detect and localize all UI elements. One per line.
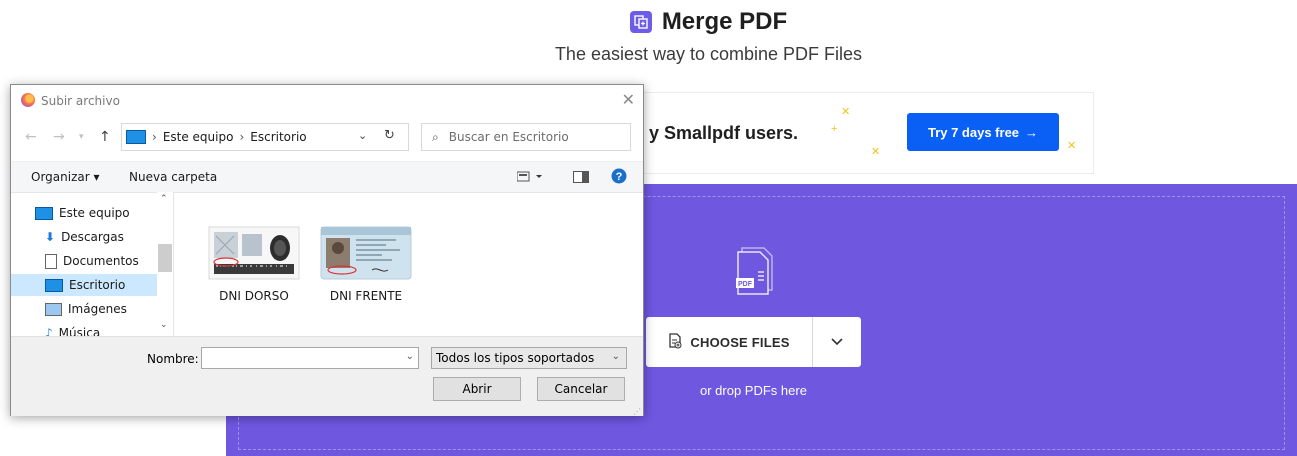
- search-icon: ⌕: [432, 129, 439, 144]
- nav-item-this-pc[interactable]: Este equipo: [35, 202, 157, 224]
- view-options-icon[interactable]: [516, 171, 545, 186]
- desktop-icon: [45, 278, 63, 292]
- address-bar[interactable]: › Este equipo › Escritorio ⌄ ↻: [121, 123, 409, 151]
- file-add-icon: [668, 332, 682, 352]
- forward-icon[interactable]: →: [53, 129, 65, 145]
- back-icon[interactable]: ←: [25, 129, 37, 145]
- chevron-down-icon: [831, 338, 843, 346]
- refresh-icon[interactable]: ↻: [384, 128, 395, 143]
- arrow-right-icon: →: [1025, 124, 1039, 140]
- chevron-down-icon[interactable]: ⌄: [406, 351, 414, 362]
- command-bar: Organizar ▾ Nueva carpeta ?: [11, 161, 643, 193]
- dialog-title: Subir archivo: [41, 94, 120, 108]
- drop-hint: or drop PDFs here: [700, 383, 807, 398]
- file-type-value: Todos los tipos soportados: [436, 351, 595, 365]
- merge-pdf-icon: [629, 11, 652, 33]
- choose-files-group: CHOOSE FILES: [646, 317, 861, 367]
- nav-item-music[interactable]: ♪ Música: [45, 322, 167, 336]
- download-icon: ⬇: [45, 230, 56, 244]
- file-name-input[interactable]: ⌄: [201, 347, 419, 369]
- promo-banner: y Smallpdf users. ✕ + ✕ ✕ Try 7 days fre…: [640, 92, 1094, 174]
- try-free-button[interactable]: Try 7 days free →: [907, 113, 1059, 151]
- try-free-label: Try 7 days free: [927, 124, 1020, 140]
- file-type-select[interactable]: Todos los tipos soportados ⌄: [431, 347, 627, 369]
- open-button[interactable]: Abrir: [433, 377, 521, 401]
- page-title: Merge PDF: [661, 8, 788, 35]
- choose-files-label: CHOOSE FILES: [690, 334, 790, 350]
- dialog-footer: Nombre: ⌄ Todos los tipos soportados ⌄ A…: [11, 336, 643, 416]
- help-icon[interactable]: ?: [611, 168, 627, 187]
- sparkle-icon: +: [831, 123, 838, 135]
- nav-item-pictures[interactable]: Imágenes: [45, 298, 167, 320]
- file-item[interactable]: DNI DORSO: [204, 226, 304, 303]
- nav-item-desktop[interactable]: Escritorio: [11, 274, 157, 296]
- nav-item-label: Escritorio: [69, 278, 126, 292]
- scrollbar-thumb[interactable]: [158, 244, 172, 272]
- chevron-down-icon[interactable]: ⌄: [358, 129, 367, 142]
- search-placeholder: Buscar en Escritorio: [448, 130, 569, 144]
- chevron-down-icon: ▾: [93, 170, 100, 184]
- close-icon[interactable]: ✕: [622, 90, 635, 109]
- file-name: DNI DORSO: [219, 289, 289, 303]
- choose-files-dropdown[interactable]: [812, 317, 861, 367]
- nav-item-label: Descargas: [61, 230, 124, 244]
- dialog-titlebar[interactable]: Subir archivo ✕: [11, 85, 643, 115]
- pdf-badge: PDF: [738, 281, 753, 288]
- file-list: DNI DORSO DNI FRENTE: [174, 192, 643, 336]
- page-subtitle: The easiest way to combine PDF Files: [554, 44, 863, 64]
- address-row: ← → ▾ ↑ › Este equipo › Escritorio ⌄ ↻ ⌕…: [11, 121, 643, 153]
- computer-icon: [126, 130, 146, 144]
- recent-chevron-icon[interactable]: ▾: [79, 132, 84, 142]
- choose-files-button[interactable]: CHOOSE FILES: [646, 317, 812, 367]
- file-name-label: Nombre:: [147, 352, 199, 366]
- scroll-down-icon[interactable]: ⌄: [160, 320, 168, 330]
- up-arrow-icon[interactable]: ↑: [99, 129, 111, 145]
- promo-text: y Smallpdf users.: [649, 123, 799, 143]
- file-upload-dialog: Subir archivo ✕ ← → ▾ ↑ › Este equipo › …: [10, 84, 644, 416]
- nav-item-label: Imágenes: [68, 302, 127, 316]
- pictures-icon: [45, 302, 62, 316]
- scroll-up-icon[interactable]: ⌃: [160, 194, 168, 204]
- document-icon: [45, 253, 57, 269]
- sparkle-icon: ✕: [871, 146, 881, 158]
- chevron-down-icon: ⌄: [611, 351, 620, 362]
- cancel-button[interactable]: Cancelar: [537, 377, 625, 401]
- organize-button[interactable]: Organizar ▾: [31, 170, 100, 184]
- navigation-pane: Este equipo ⬇ Descargas Documentos Escri…: [11, 192, 174, 336]
- organize-label: Organizar: [31, 170, 90, 184]
- sparkle-icon: ✕: [1067, 140, 1077, 152]
- sparkle-icon: ✕: [841, 106, 851, 118]
- resize-grip-icon[interactable]: ⋰: [633, 407, 641, 416]
- search-input[interactable]: ⌕ Buscar en Escritorio: [421, 123, 631, 151]
- svg-text:?: ?: [616, 171, 623, 183]
- breadcrumb-separator: ›: [239, 130, 245, 144]
- file-item[interactable]: DNI FRENTE: [316, 226, 416, 303]
- nav-item-label: Documentos: [63, 254, 139, 268]
- title-row: Merge PDF: [0, 8, 1297, 36]
- new-folder-button[interactable]: Nueva carpeta: [129, 170, 217, 184]
- pdf-files-icon: PDF: [728, 242, 786, 305]
- computer-icon: [35, 206, 53, 220]
- firefox-icon: [21, 93, 35, 107]
- id-card-front-thumbnail: [320, 226, 412, 280]
- nav-item-label: Música: [58, 326, 101, 336]
- breadcrumb-item[interactable]: Escritorio: [250, 130, 306, 144]
- nav-item-documents[interactable]: Documentos: [45, 250, 167, 272]
- breadcrumb-separator: ›: [152, 130, 157, 144]
- nav-item-label: Este equipo: [59, 206, 130, 220]
- file-name: DNI FRENTE: [329, 289, 403, 303]
- preview-pane-icon[interactable]: [573, 171, 589, 186]
- id-card-back-thumbnail: [208, 226, 300, 280]
- music-icon: ♪: [45, 326, 53, 336]
- nav-item-downloads[interactable]: ⬇ Descargas: [45, 226, 167, 248]
- nav-scrollbar[interactable]: ⌃ ⌄: [157, 192, 173, 336]
- breadcrumb-item[interactable]: Este equipo: [163, 130, 234, 144]
